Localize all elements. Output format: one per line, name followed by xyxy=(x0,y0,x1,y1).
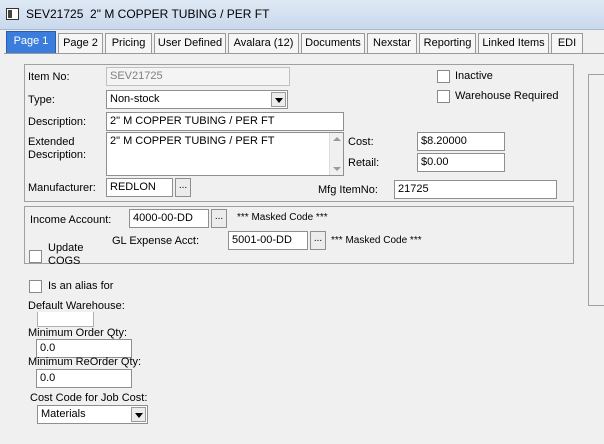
gl-expense-lookup-button[interactable]: ... xyxy=(310,231,326,250)
default-warehouse-field[interactable] xyxy=(37,312,94,327)
gl-expense-field[interactable]: 5001-00-DD xyxy=(228,231,308,250)
gl-expense-label: GL Expense Acct: xyxy=(112,235,200,247)
right-side-panel xyxy=(588,74,604,306)
tab-pricing[interactable]: Pricing xyxy=(105,33,152,53)
manufacturer-label: Manufacturer: xyxy=(28,182,96,194)
tab-linked-items[interactable]: Linked Items xyxy=(478,33,549,53)
scroll-down-icon[interactable] xyxy=(333,167,341,171)
inactive-label: Inactive xyxy=(455,70,493,82)
mfg-itemno-label: Mfg ItemNo: xyxy=(318,184,378,196)
min-order-qty-label: Minimum Order Qty: xyxy=(28,327,128,339)
type-select[interactable]: Non-stock xyxy=(106,90,288,109)
update-cogs-label-line2: COGS xyxy=(48,255,81,267)
tab-strip: Page 1 Page 2 Pricing User Defined Avala… xyxy=(4,31,604,54)
alias-checkbox[interactable] xyxy=(29,280,42,293)
cost-code-select[interactable]: Materials xyxy=(37,405,148,424)
extended-description-textarea[interactable]: 2" M COPPER TUBING / PER FT xyxy=(106,132,344,176)
description-field[interactable]: 2" M COPPER TUBING / PER FT xyxy=(106,112,344,131)
tab-reporting[interactable]: Reporting xyxy=(419,33,476,53)
tab-avalara[interactable]: Avalara (12) xyxy=(228,33,299,53)
extended-description-label-line1: Extended xyxy=(28,136,75,148)
chevron-down-icon[interactable] xyxy=(131,407,146,422)
update-cogs-label-line1: Update xyxy=(48,242,84,254)
item-no-field[interactable]: SEV21725 xyxy=(106,67,290,86)
alias-label: Is an alias for xyxy=(48,280,114,292)
income-account-label: Income Account: xyxy=(30,214,112,226)
mfg-itemno-field[interactable]: 21725 xyxy=(394,180,557,199)
default-warehouse-label: Default Warehouse: xyxy=(28,300,125,312)
cost-code-select-value: Materials xyxy=(41,408,86,420)
income-masked-code: *** Masked Code *** xyxy=(237,212,328,223)
income-account-field[interactable]: 4000-00-DD xyxy=(129,209,209,228)
warehouse-required-checkbox[interactable] xyxy=(437,90,450,103)
textarea-scrollbar[interactable] xyxy=(329,133,343,175)
tab-nexstar[interactable]: Nexstar xyxy=(367,33,417,53)
extended-description-label-line2: Description: xyxy=(28,149,87,161)
scroll-up-icon[interactable] xyxy=(333,137,341,141)
income-account-lookup-button[interactable]: ... xyxy=(211,209,227,228)
tab-edi[interactable]: EDI xyxy=(551,33,583,53)
retail-label: Retail: xyxy=(348,157,380,169)
type-select-value: Non-stock xyxy=(110,93,160,105)
warehouse-required-label: Warehouse Required xyxy=(455,90,559,102)
update-cogs-checkbox[interactable] xyxy=(29,250,42,263)
tab-page-2[interactable]: Page 2 xyxy=(58,33,103,53)
type-label: Type: xyxy=(28,94,55,106)
gl-expense-masked-code: *** Masked Code *** xyxy=(331,235,422,246)
app-window-icon xyxy=(6,8,19,20)
manufacturer-lookup-button[interactable]: ... xyxy=(175,178,191,197)
tab-page-1[interactable]: Page 1 xyxy=(6,31,56,54)
cost-label: Cost: xyxy=(348,136,374,148)
manufacturer-field[interactable]: REDLON xyxy=(106,178,173,197)
min-reorder-qty-label: Minimum ReOrder Qty: xyxy=(28,356,142,368)
inactive-checkbox[interactable] xyxy=(437,70,450,83)
cost-field[interactable]: $8.20000 xyxy=(417,132,505,151)
tab-documents[interactable]: Documents xyxy=(301,33,365,53)
cost-code-label: Cost Code for Job Cost: xyxy=(30,392,148,404)
chevron-down-icon[interactable] xyxy=(271,92,286,107)
retail-field[interactable]: $0.00 xyxy=(417,153,505,172)
description-label: Description: xyxy=(28,116,87,128)
tab-user-defined[interactable]: User Defined xyxy=(154,33,226,53)
min-reorder-qty-field[interactable]: 0.0 xyxy=(36,369,132,388)
extended-description-text: 2" M COPPER TUBING / PER FT xyxy=(110,135,275,147)
title-bar: SEV21725 2" M COPPER TUBING / PER FT xyxy=(0,0,604,30)
page-1-panel: Item No: SEV21725 Type: Non-stock Descri… xyxy=(4,53,604,444)
item-no-label: Item No: xyxy=(28,71,70,83)
window-title: SEV21725 2" M COPPER TUBING / PER FT xyxy=(26,7,270,21)
